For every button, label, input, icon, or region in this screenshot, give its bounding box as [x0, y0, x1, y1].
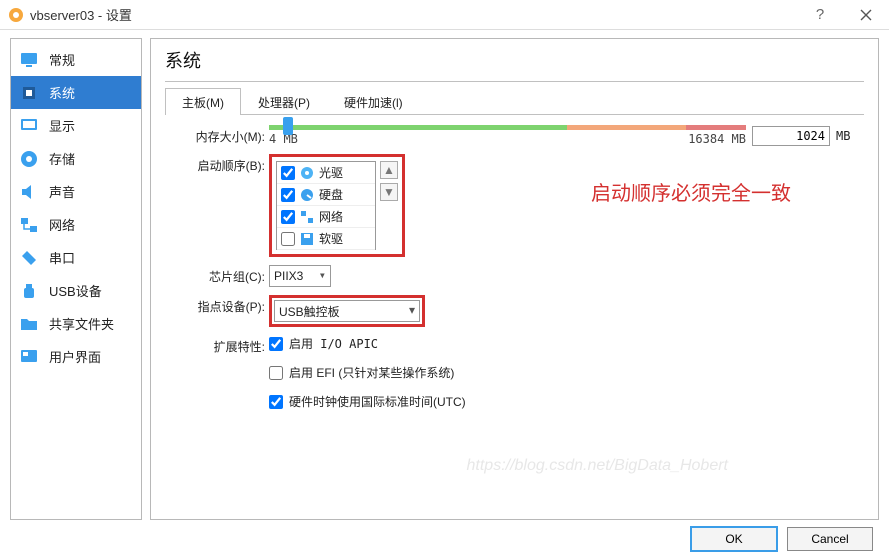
folder-icon — [19, 314, 39, 334]
settings-sidebar: 常规 系统 显示 存储 声音 网络 串口 USB设备 — [10, 38, 142, 520]
tab-acceleration[interactable]: 硬件加速(l) — [327, 88, 420, 115]
app-icon — [8, 7, 24, 23]
help-button[interactable]: ? — [797, 0, 843, 30]
ext-ioapic-check[interactable] — [269, 337, 283, 351]
ext-ioapic-label: 启用 I/O APIC — [289, 335, 378, 352]
sidebar-item-system[interactable]: 系统 — [11, 76, 141, 109]
serial-icon — [19, 248, 39, 268]
sidebar-item-usb[interactable]: USB设备 — [11, 274, 141, 307]
sidebar-item-network[interactable]: 网络 — [11, 208, 141, 241]
boot-note: 启动顺序必须完全一致 — [591, 177, 791, 206]
watermark: https://blog.csdn.net/BigData_Hobert — [467, 457, 729, 475]
pointer-highlight: USB触控板 — [269, 295, 425, 327]
dialog-footer: OK Cancel — [0, 520, 889, 558]
sidebar-item-general[interactable]: 常规 — [11, 43, 141, 76]
sidebar-item-audio[interactable]: 声音 — [11, 175, 141, 208]
ext-efi-check[interactable] — [269, 366, 283, 380]
boot-check-hdd[interactable] — [281, 188, 295, 202]
pointer-select[interactable]: USB触控板 — [274, 300, 420, 322]
page-title: 系统 — [165, 45, 864, 81]
cancel-button[interactable]: Cancel — [787, 527, 873, 551]
ext-utc-check[interactable] — [269, 395, 283, 409]
monitor-icon — [19, 50, 39, 70]
hdd-icon — [299, 187, 315, 203]
ok-button[interactable]: OK — [691, 527, 777, 551]
boot-item-floppy[interactable]: 软驱 — [277, 228, 375, 250]
boot-item-hdd[interactable]: 硬盘 — [277, 184, 375, 206]
main-panel: 系统 主板(M) 处理器(P) 硬件加速(l) 内存大小(M): 4 — [150, 38, 879, 520]
tab-processor[interactable]: 处理器(P) — [241, 88, 327, 115]
network-icon — [19, 215, 39, 235]
tab-motherboard[interactable]: 主板(M) — [165, 88, 241, 115]
storage-icon — [19, 149, 39, 169]
usb-icon — [19, 281, 39, 301]
window-title: vbserver03 - 设置 — [30, 5, 797, 24]
network-boot-icon — [299, 209, 315, 225]
memory-slider[interactable]: 4 MB 16384 MB — [269, 125, 746, 146]
audio-icon — [19, 182, 39, 202]
boot-move-up[interactable]: ▲ — [380, 161, 398, 179]
pointer-label: 指点设备(P): — [169, 295, 269, 315]
close-button[interactable] — [843, 0, 889, 30]
boot-item-network[interactable]: 网络 — [277, 206, 375, 228]
ext-label: 扩展特性: — [169, 335, 269, 355]
boot-order-box: 光驱 硬盘 网络 — [269, 154, 405, 257]
sidebar-item-shared-folders[interactable]: 共享文件夹 — [11, 307, 141, 340]
memory-max: 16384 MB — [688, 132, 746, 146]
divider — [165, 81, 864, 82]
interface-icon — [19, 347, 39, 367]
slider-thumb[interactable] — [283, 117, 293, 135]
boot-check-network[interactable] — [281, 210, 295, 224]
memory-unit: MB — [836, 129, 860, 143]
ext-efi-label: 启用 EFI (只针对某些操作系统) — [289, 364, 454, 381]
boot-label: 启动顺序(B): — [169, 154, 269, 174]
chip-icon — [19, 83, 39, 103]
boot-check-optical[interactable] — [281, 166, 295, 180]
boot-list[interactable]: 光驱 硬盘 网络 — [276, 161, 376, 250]
tabs: 主板(M) 处理器(P) 硬件加速(l) — [165, 88, 864, 115]
memory-label: 内存大小(M): — [169, 125, 269, 145]
sidebar-item-display[interactable]: 显示 — [11, 109, 141, 142]
memory-input[interactable] — [752, 126, 830, 146]
boot-move-down[interactable]: ▼ — [380, 183, 398, 201]
sidebar-item-storage[interactable]: 存储 — [11, 142, 141, 175]
display-icon — [19, 116, 39, 136]
boot-check-floppy[interactable] — [281, 232, 295, 246]
sidebar-item-serial[interactable]: 串口 — [11, 241, 141, 274]
chipset-label: 芯片组(C): — [169, 265, 269, 285]
boot-item-optical[interactable]: 光驱 — [277, 162, 375, 184]
chipset-select[interactable]: PIIX3 — [269, 265, 331, 287]
floppy-icon — [299, 231, 315, 247]
ext-utc-label: 硬件时钟使用国际标准时间(UTC) — [289, 393, 466, 410]
optical-icon — [299, 165, 315, 181]
sidebar-item-interface[interactable]: 用户界面 — [11, 340, 141, 373]
titlebar: vbserver03 - 设置 ? — [0, 0, 889, 30]
